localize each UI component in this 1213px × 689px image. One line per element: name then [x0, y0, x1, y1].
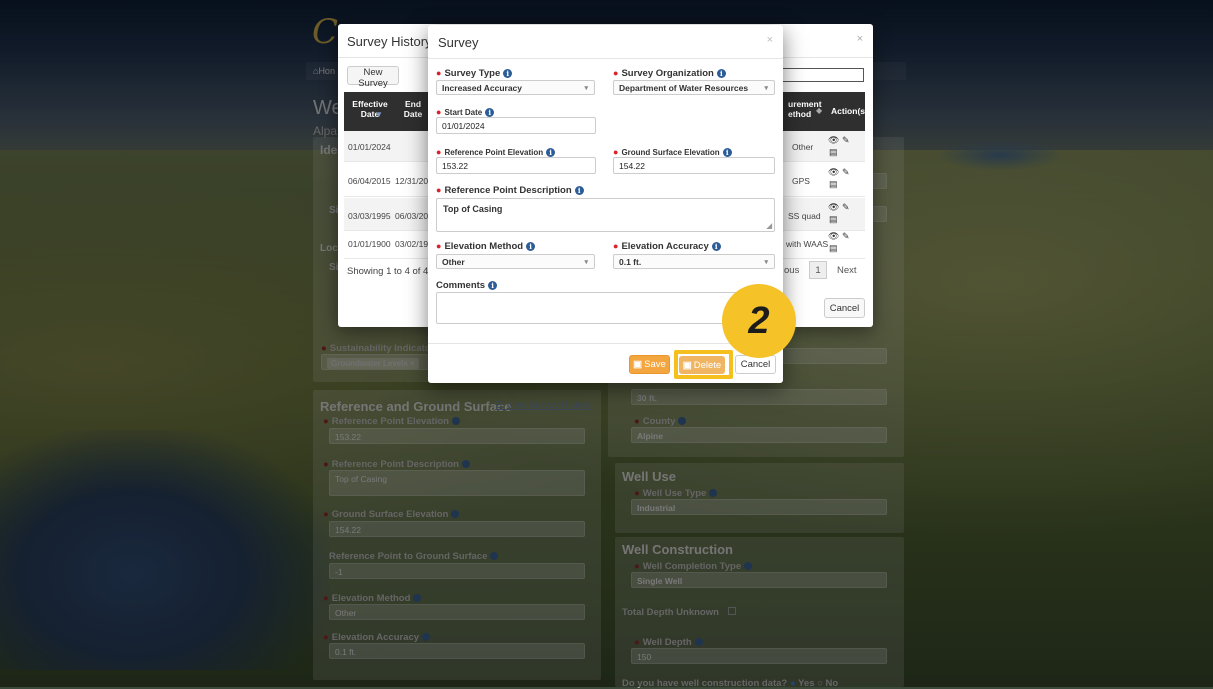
delete-button-highlight [674, 350, 733, 379]
row-actions: 👁 ✎ ▤ [828, 167, 858, 191]
pager-previous[interactable]: ous [784, 265, 799, 283]
effective-date-cell: 03/03/1995 [348, 211, 391, 221]
edit-icon[interactable]: ✎ [842, 202, 850, 213]
view-icon[interactable]: 👁 [828, 231, 839, 242]
info-icon[interactable]: i [722, 148, 732, 157]
elevation-method-label: ● Elevation Method i [436, 241, 536, 252]
edit-icon[interactable]: ✎ [842, 135, 850, 146]
required-indicator: ● [436, 185, 442, 195]
info-icon[interactable]: i [485, 108, 495, 117]
step-number-badge: 2 [722, 284, 796, 358]
row-actions: 👁 ✎ ▤ [828, 202, 858, 226]
survey-modal-title: Survey [438, 35, 479, 50]
info-icon[interactable]: i [711, 242, 721, 251]
effective-date-cell: 01/01/1900 [348, 239, 391, 249]
delete-icon[interactable]: ▤ [829, 179, 838, 190]
required-indicator: ● [613, 241, 619, 251]
chevron-down-icon: ▾ [764, 85, 768, 92]
edit-icon[interactable]: ✎ [842, 231, 850, 242]
floppy-disk-icon: ▣ [633, 359, 643, 370]
survey-organization-label: ● Survey Organization i [613, 68, 726, 79]
delete-icon[interactable]: ▤ [829, 214, 838, 225]
method-cell: with WAAS [786, 239, 829, 249]
chevron-down-icon: ▾ [584, 259, 588, 266]
survey-history-title: Survey History [347, 34, 432, 49]
pager-page-1[interactable]: 1 [809, 261, 827, 279]
row-actions: 👁 ✎ ▤ [828, 135, 858, 159]
elevation-method-select[interactable]: Other ▾ [436, 254, 595, 269]
ground-surface-elevation-label: ● Ground Surface Elevation i [613, 147, 732, 157]
method-cell: GPS [792, 176, 810, 186]
info-icon[interactable]: i [503, 69, 513, 78]
history-cancel-button[interactable]: Cancel [824, 298, 865, 318]
row-actions: 👁 ✎ ▤ [828, 231, 858, 255]
required-indicator: ● [436, 107, 442, 117]
required-indicator: ● [613, 68, 619, 78]
reference-point-elevation-label: ● Reference Point Elevation i [436, 147, 556, 157]
info-icon[interactable]: i [546, 148, 556, 157]
start-date-label: ● Start Date i [436, 107, 495, 117]
delete-icon[interactable]: ▤ [829, 243, 838, 254]
ground-surface-elevation-input[interactable]: 154.22 [613, 157, 775, 174]
table-search-input[interactable] [782, 68, 864, 82]
reference-point-description-label: ● Reference Point Description i [436, 185, 584, 196]
reference-point-description-textarea[interactable]: Top of Casing ◢ [436, 198, 775, 232]
required-indicator: ● [613, 147, 619, 157]
elevation-accuracy-label: ● Elevation Accuracy i [613, 241, 721, 252]
start-date-input[interactable]: 01/01/2024 [436, 117, 596, 134]
divider [428, 58, 783, 59]
elevation-accuracy-select[interactable]: 0.1 ft. ▾ [613, 254, 775, 269]
info-icon[interactable]: i [488, 281, 498, 290]
survey-type-label: ● Survey Type i [436, 68, 513, 79]
sort-desc-icon: ▼ [375, 110, 383, 119]
comments-label: Comments i [436, 280, 498, 291]
required-indicator: ● [436, 241, 442, 251]
survey-type-select[interactable]: Increased Accuracy ▾ [436, 80, 595, 95]
close-icon[interactable]: × [767, 34, 773, 46]
method-cell: SS quad [788, 211, 821, 221]
effective-date-cell: 06/04/2015 [348, 176, 391, 186]
close-icon[interactable]: × [857, 33, 863, 45]
column-end-date[interactable]: End Date [402, 99, 424, 119]
effective-date-cell: 01/01/2024 [348, 142, 391, 152]
reference-point-elevation-input[interactable]: 153.22 [436, 157, 596, 174]
sort-icon: ◆ [816, 106, 823, 115]
method-cell: Other [792, 142, 814, 152]
chevron-down-icon: ▾ [764, 259, 768, 266]
info-icon[interactable]: i [526, 242, 536, 251]
view-icon[interactable]: 👁 [828, 135, 839, 146]
info-icon[interactable]: i [716, 69, 726, 78]
column-actions: Action(s) [831, 106, 868, 116]
view-icon[interactable]: 👁 [828, 202, 839, 213]
required-indicator: ● [436, 147, 442, 157]
save-button[interactable]: ▣ Save [629, 355, 670, 374]
pager-next[interactable]: Next [837, 265, 857, 283]
resize-handle-icon[interactable]: ◢ [767, 222, 772, 230]
view-icon[interactable]: 👁 [828, 167, 839, 178]
chevron-down-icon: ▾ [584, 85, 588, 92]
edit-icon[interactable]: ✎ [842, 167, 850, 178]
new-survey-button[interactable]: New Survey [347, 66, 399, 89]
info-icon[interactable]: i [574, 186, 584, 195]
required-indicator: ● [436, 68, 442, 78]
delete-icon[interactable]: ▤ [829, 147, 838, 158]
survey-organization-select[interactable]: Department of Water Resources ▾ [613, 80, 775, 95]
